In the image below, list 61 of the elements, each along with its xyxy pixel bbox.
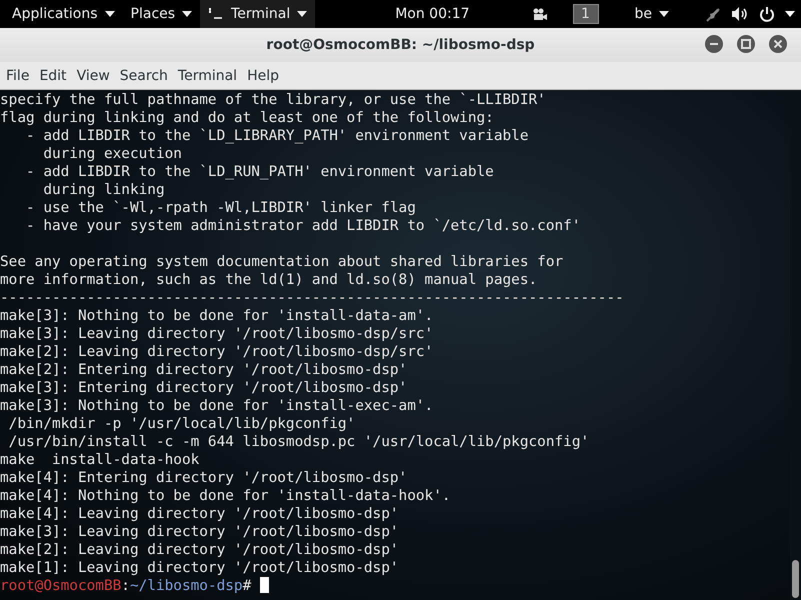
caret-icon xyxy=(297,11,308,17)
caret-icon xyxy=(182,11,192,17)
terminal-line: during linking xyxy=(42,181,165,199)
prompt-user-host: root@OsmocomBB xyxy=(0,578,122,594)
network-icon[interactable] xyxy=(705,6,721,22)
terminal-line: /bin/mkdir -p '/usr/local/lib/pkgconfig' xyxy=(8,415,356,433)
clock: Mon 00:17 xyxy=(395,6,470,22)
terminal-line: make[4]: Nothing to be done for 'install-data-hook'. xyxy=(0,487,451,505)
app-menu[interactable]: Terminal xyxy=(200,0,316,28)
terminal-line: make[4]: Leaving directory '/root/libosmo-dsp' xyxy=(0,505,399,523)
menu-item[interactable]: Help xyxy=(242,68,284,84)
minimize-icon xyxy=(710,43,718,45)
minimize-button[interactable] xyxy=(705,35,723,53)
terminal-line: make[2]: Entering directory '/root/libosmo-dsp' xyxy=(0,361,408,379)
terminal-icon xyxy=(208,6,224,22)
maximize-icon xyxy=(741,39,751,49)
terminal-line: more information, such as the ld(1) and ld.so(8) manual pages. xyxy=(0,271,538,289)
terminal-line: make[3]: Entering directory '/root/libosmo-dsp' xyxy=(0,379,408,397)
close-button[interactable] xyxy=(769,35,787,53)
terminal-line: make[3]: Leaving directory '/root/libosmo-dsp' xyxy=(0,523,399,541)
terminal-line: ------------------------------------------------------------------------ xyxy=(0,289,624,307)
terminal-line: make[1]: Leaving directory '/root/libosmo-dsp' xyxy=(0,559,399,577)
terminal-line: - add LIBDIR to the `LD_RUN_PATH' environment variable xyxy=(24,163,494,181)
terminal-line: specify the full pathname of the library, or use the `-LLIBDIR' xyxy=(0,91,546,109)
terminal-line: - use the `-Wl,-rpath -Wl,LIBDIR' linker flag xyxy=(24,199,416,217)
terminal-line: See any operating system documentation about shared libraries for xyxy=(0,253,564,271)
terminal-line: make[3]: Nothing to be done for 'install-data-am'. xyxy=(0,307,434,325)
terminal-line: during execution xyxy=(42,145,182,163)
terminal-line: - have your system administrator add LIBDIR to `/etc/ld.so.conf' xyxy=(24,217,580,235)
prompt-symbol: # xyxy=(242,578,252,594)
keyboard-layout-menu[interactable]: be xyxy=(626,0,677,28)
power-icon[interactable] xyxy=(759,6,775,22)
camera-icon[interactable] xyxy=(530,8,546,20)
caret-icon[interactable] xyxy=(785,11,795,17)
terminal-line: flag during linking and do at least one of the following: xyxy=(0,109,494,127)
window-title: root@OsmocomBB: ~/libosmo-dsp xyxy=(266,37,535,53)
terminal-line: make[2]: Leaving directory '/root/libosmo-dsp' xyxy=(0,541,399,559)
terminal-line: make[2]: Leaving directory '/root/libosmo-dsp/src' xyxy=(0,343,434,361)
text-cursor xyxy=(260,577,270,593)
prompt-separator: : xyxy=(121,578,130,594)
menu-item[interactable]: Search xyxy=(114,68,173,84)
terminal-line: make[3]: Leaving directory '/root/libosmo-dsp/src' xyxy=(0,325,434,343)
menu-item[interactable]: View xyxy=(72,68,115,84)
menu-item[interactable]: Terminal xyxy=(172,68,242,84)
prompt-path: ~/libosmo-dsp xyxy=(130,578,243,594)
terminal-line: /usr/bin/install -c -m 644 libosmodsp.pc '/usr/local/lib/pkgconfig' xyxy=(8,433,590,451)
menu-button[interactable]: Places xyxy=(122,0,200,28)
terminal-line: make[3]: Nothing to be done for 'install-exec-am'. xyxy=(0,397,434,415)
terminal-line: - add LIBDIR to the `LD_LIBRARY_PATH' environment variable xyxy=(24,127,528,145)
menu-button[interactable]: Applications xyxy=(4,0,123,28)
caret-icon xyxy=(104,11,115,17)
close-icon xyxy=(774,40,782,48)
menu-item[interactable]: Edit xyxy=(34,68,72,84)
scrollbar-thumb[interactable] xyxy=(792,560,799,598)
caret-icon xyxy=(659,11,669,17)
volume-icon[interactable] xyxy=(731,6,749,22)
terminal-line: make install-data-hook xyxy=(0,451,200,469)
menu-item[interactable]: File xyxy=(1,68,34,84)
terminal-line: make[4]: Entering directory '/root/libosmo-dsp' xyxy=(0,469,408,487)
workspace-indicator[interactable]: 1 xyxy=(572,4,598,24)
maximize-button[interactable] xyxy=(737,35,755,53)
